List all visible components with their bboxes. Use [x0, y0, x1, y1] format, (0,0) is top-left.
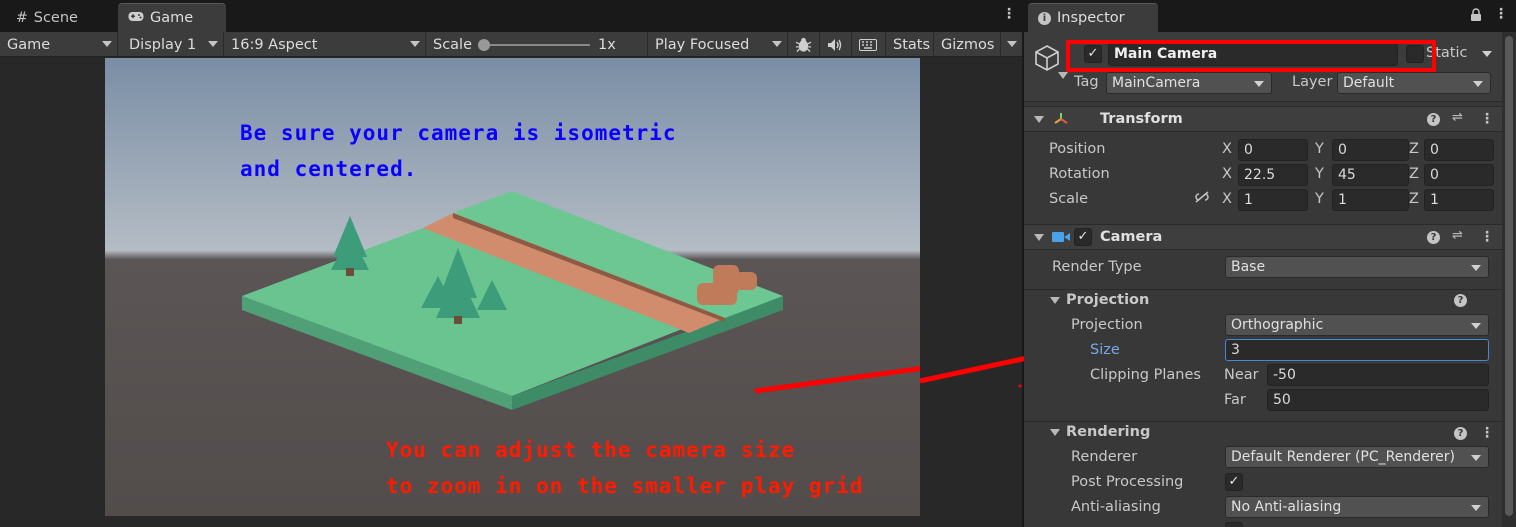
- renderer-value: Default Renderer (PC_Renderer): [1231, 449, 1455, 465]
- tag-label: Tag: [1074, 74, 1099, 90]
- help-icon[interactable]: ?: [1427, 113, 1440, 126]
- section-divider: [1024, 289, 1502, 290]
- projection-section-title[interactable]: Projection: [1066, 292, 1149, 308]
- lock-icon[interactable]: [1470, 8, 1482, 26]
- rotation-label: Rotation: [1049, 166, 1110, 182]
- partial-checkbox[interactable]: [1225, 522, 1243, 527]
- section-divider: [1024, 421, 1502, 422]
- anti-aliasing-label: Anti-aliasing: [1071, 499, 1161, 515]
- renderer-dropdown[interactable]: Default Renderer (PC_Renderer): [1225, 446, 1489, 468]
- render-type-value: Base: [1231, 259, 1266, 275]
- chevron-down-icon[interactable]: [1050, 297, 1060, 304]
- chevron-down-icon: [1473, 81, 1483, 87]
- kebab-menu-icon[interactable]: ⋮: [1480, 425, 1494, 441]
- chevron-down-icon: [1471, 505, 1481, 511]
- chevron-down-icon: [1471, 323, 1481, 329]
- transform-icon: [1052, 111, 1070, 131]
- highlight-box: [1066, 40, 1436, 72]
- far-field[interactable]: 50: [1267, 389, 1489, 411]
- near-field[interactable]: -50: [1267, 364, 1489, 386]
- kebab-menu-icon[interactable]: ⋮: [1480, 111, 1494, 127]
- render-type-label: Render Type: [1052, 259, 1142, 275]
- post-processing-label: Post Processing: [1071, 474, 1184, 490]
- position-z-field[interactable]: 0: [1424, 139, 1494, 161]
- axis-z-label: Z: [1409, 141, 1419, 157]
- anti-aliasing-value: No Anti-aliasing: [1231, 499, 1342, 515]
- chevron-down-icon: [1034, 234, 1044, 241]
- far-label: Far: [1224, 392, 1246, 408]
- camera-title: Camera: [1100, 229, 1163, 245]
- layer-value: Default: [1343, 75, 1395, 91]
- post-processing-checkbox[interactable]: ✓: [1225, 473, 1243, 491]
- layer-label: Layer: [1292, 74, 1333, 90]
- axis-x-label: X: [1222, 141, 1232, 157]
- chevron-down-icon: [1058, 72, 1068, 79]
- transform-header[interactable]: Transform ? ⇌ ⋮: [1024, 106, 1502, 132]
- axis-y-label: Y: [1315, 141, 1324, 157]
- help-icon[interactable]: ?: [1454, 427, 1467, 440]
- game-panel: # Scene Game ⋮ Game Display 1 16:9 Aspec…: [0, 0, 1085, 527]
- projection-label: Projection: [1071, 317, 1143, 333]
- tag-dropdown[interactable]: MainCamera: [1106, 72, 1272, 94]
- rotation-x-field[interactable]: 22.5: [1238, 164, 1308, 186]
- axis-x-label: X: [1222, 166, 1232, 182]
- transform-title: Transform: [1100, 111, 1183, 127]
- anti-aliasing-dropdown[interactable]: No Anti-aliasing: [1225, 496, 1489, 518]
- projection-dropdown[interactable]: Orthographic: [1225, 314, 1489, 336]
- renderer-label: Renderer: [1071, 449, 1138, 465]
- clipping-planes-label: Clipping Planes: [1090, 367, 1201, 383]
- kebab-menu-icon[interactable]: ⋮: [1480, 229, 1494, 245]
- camera-enabled-checkbox[interactable]: ✓: [1074, 228, 1092, 246]
- static-dropdown-icon[interactable]: [1482, 51, 1492, 57]
- near-label: Near: [1224, 367, 1259, 383]
- tab-inspector[interactable]: i Inspector: [1028, 3, 1158, 32]
- scrollbar-track[interactable]: [1502, 32, 1516, 527]
- rendering-section-title[interactable]: Rendering: [1066, 424, 1150, 440]
- position-y-field[interactable]: 0: [1332, 139, 1409, 161]
- tab-inspector-label: Inspector: [1057, 10, 1125, 26]
- chevron-down-icon: [1254, 81, 1264, 87]
- help-icon[interactable]: ?: [1427, 231, 1440, 244]
- presets-icon[interactable]: ⇌: [1452, 228, 1463, 243]
- camera-header[interactable]: ✓ Camera ? ⇌ ⋮: [1024, 224, 1502, 250]
- help-icon[interactable]: ?: [1454, 294, 1467, 307]
- camera-icon: [1052, 231, 1070, 247]
- scale-label: Scale: [1049, 191, 1089, 207]
- axis-z-label: Z: [1409, 191, 1419, 207]
- axis-x-label: X: [1222, 191, 1232, 207]
- rotation-z-field[interactable]: 0: [1424, 164, 1494, 186]
- layer-dropdown[interactable]: Default: [1337, 72, 1491, 94]
- chevron-down-icon: [1471, 455, 1481, 461]
- info-icon: i: [1038, 11, 1051, 25]
- tag-value: MainCamera: [1112, 75, 1201, 91]
- inspector-tabbar: i Inspector ⋮: [1024, 0, 1516, 32]
- chevron-down-icon: [1471, 265, 1481, 271]
- axis-y-label: Y: [1315, 166, 1324, 182]
- scale-z-field[interactable]: 1: [1424, 189, 1494, 211]
- render-type-dropdown[interactable]: Base: [1225, 256, 1489, 278]
- scale-y-field[interactable]: 1: [1332, 189, 1409, 211]
- object-header: ✓ Main Camera Static Tag MainCamera Laye…: [1024, 32, 1502, 102]
- size-label: Size: [1090, 342, 1120, 358]
- projection-value: Orthographic: [1231, 317, 1324, 333]
- gameobject-cube-icon: [1034, 44, 1060, 76]
- chevron-down-icon: [1034, 116, 1044, 123]
- constrain-proportions-icon[interactable]: [1194, 190, 1210, 208]
- scrollbar-thumb[interactable]: [1505, 36, 1513, 516]
- inspector-panel: i Inspector ⋮ ✓ Main Camera Static Tag M…: [1024, 0, 1516, 527]
- rotation-y-field[interactable]: 45: [1332, 164, 1409, 186]
- kebab-menu-icon[interactable]: ⋮: [1494, 6, 1508, 22]
- presets-icon[interactable]: ⇌: [1452, 110, 1463, 125]
- position-x-field[interactable]: 0: [1238, 139, 1308, 161]
- axis-z-label: Z: [1409, 166, 1419, 182]
- scale-x-field[interactable]: 1: [1238, 189, 1308, 211]
- chevron-down-icon[interactable]: [1050, 429, 1060, 436]
- axis-y-label: Y: [1315, 191, 1324, 207]
- position-label: Position: [1049, 141, 1106, 157]
- size-field[interactable]: 3: [1225, 339, 1489, 361]
